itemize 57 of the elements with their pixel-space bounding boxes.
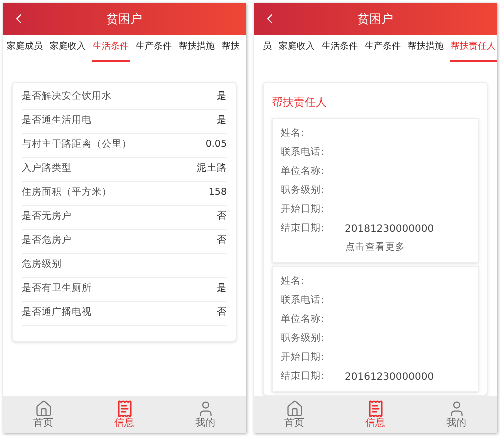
tab[interactable]: 家庭成员 <box>6 35 44 62</box>
field-label: 职务级别: <box>281 184 326 198</box>
field-value: 是 <box>217 114 227 128</box>
field-value: 否 <box>217 234 227 248</box>
nav-item[interactable]: 信息 <box>335 396 416 433</box>
field-label: 姓名: <box>281 274 306 289</box>
field-label: 是否通生活用电 <box>22 114 92 128</box>
home-icon <box>34 400 52 418</box>
home-icon <box>286 400 304 418</box>
field-value: 是 <box>217 282 227 296</box>
field-label: 是否解决安全饮用水 <box>22 90 112 104</box>
section-heading: 帮扶责任人 <box>272 95 328 111</box>
field-label: 结束日期: <box>281 222 326 236</box>
tab[interactable]: 家庭收入 <box>278 35 316 62</box>
field-value: 20161230000000 <box>345 370 434 384</box>
nav-item[interactable]: 首页 <box>3 396 84 433</box>
field-value: 20181230000000 <box>345 222 434 236</box>
tab[interactable]: 生产条件 <box>135 35 173 62</box>
field-label: 入户路类型 <box>22 162 72 176</box>
field-value: 0.05 <box>206 138 227 152</box>
field-value: 泥土路 <box>197 162 227 176</box>
nav-item[interactable]: 首页 <box>254 396 335 433</box>
tab[interactable]: 家庭收入 <box>49 35 87 62</box>
page-title: 贫困户 <box>106 11 142 28</box>
field-label: 姓名: <box>281 126 306 141</box>
field-label: 是否通广播电视 <box>22 306 92 320</box>
field-label: 开始日期: <box>281 350 326 365</box>
field-label: 住房面积（平方米） <box>22 186 112 200</box>
field-label: 是否有卫生厕所 <box>22 282 92 296</box>
nav-item[interactable]: 信息 <box>84 396 165 433</box>
field-value: 158 <box>208 186 227 200</box>
document-icon <box>116 400 134 418</box>
field-label: 联系电话: <box>281 146 326 160</box>
tab[interactable]: 帮扶 <box>221 35 241 62</box>
field-label: 危房级别 <box>22 258 62 272</box>
field-value: 否 <box>217 210 227 224</box>
view-more-link[interactable]: 点击查看更多 <box>346 240 406 256</box>
field-label: 单位名称: <box>281 164 326 179</box>
tab[interactable]: 帮扶措施 <box>178 35 216 62</box>
tab[interactable]: 生产条件 <box>364 35 402 62</box>
field-label: 开始日期: <box>281 202 326 217</box>
field-label: 是否危房户 <box>22 234 72 248</box>
tab[interactable]: 帮扶措施 <box>407 35 445 62</box>
tab[interactable]: 生活条件 <box>321 35 359 62</box>
page-title: 贫困户 <box>358 11 394 28</box>
field-label: 联系电话: <box>281 294 326 308</box>
field-value: 否 <box>217 306 227 320</box>
document-icon <box>366 400 384 418</box>
nav-item[interactable]: 我的 <box>416 396 497 433</box>
field-value: 是 <box>217 90 227 104</box>
field-label: 是否无房户 <box>22 210 72 224</box>
field-label: 单位名称: <box>281 312 326 327</box>
tab[interactable]: 员 <box>262 35 273 62</box>
field-label: 结束日期: <box>281 370 326 384</box>
field-label: 职务级别: <box>281 332 326 346</box>
field-label: 与村主干路距离（公里） <box>22 138 132 152</box>
nav-item[interactable]: 我的 <box>165 396 246 433</box>
